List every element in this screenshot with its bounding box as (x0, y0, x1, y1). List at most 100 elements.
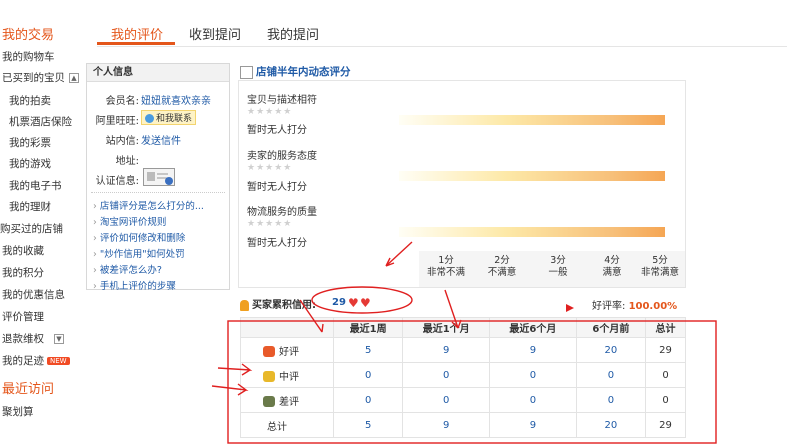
sidebar-section-title: 最近访问 (2, 382, 55, 397)
sidebar-item-ebooks[interactable]: 我的电子书 (9, 178, 62, 193)
table-cell[interactable]: 5 (332, 337, 404, 363)
auth-label: 认证信息: (95, 176, 139, 187)
table-header: 最近6个月 (489, 317, 577, 338)
sidebar-item-reviews[interactable]: 评价管理 (2, 309, 44, 324)
shop-icon (240, 65, 253, 79)
table-cell[interactable]: 0 (489, 362, 577, 388)
rating-panel: 宝贝与描述相符 ★★★★★ 暂时无人打分 卖家的服务态度 ★★★★★ 暂时无人打… (238, 80, 686, 288)
sidebar-item-finance[interactable]: 我的理财 (9, 199, 51, 214)
star-rating: ★★★★★ (247, 163, 293, 173)
help-link[interactable]: 淘宝网评价规则 (93, 214, 167, 228)
table-cell[interactable]: 0 (332, 362, 404, 388)
praise-label: 好评率: (592, 301, 626, 312)
praise-value: 100.00% (628, 301, 678, 312)
table-cell[interactable]: 5 (332, 412, 404, 438)
help-link[interactable]: 被差评怎么办? (93, 262, 162, 276)
tab-my-reviews[interactable]: 我的评价 (111, 24, 163, 43)
tab-my-questions[interactable]: 我的提问 (267, 24, 319, 43)
table-cell[interactable]: 0 (575, 362, 647, 388)
scale-score: 1分 (438, 255, 454, 266)
table-cell[interactable]: 9 (489, 412, 577, 438)
scale-score: 3分 (550, 255, 566, 266)
active-tab-indicator (97, 42, 175, 45)
scale-text: 满意 (602, 267, 622, 278)
table-cell[interactable]: 0 (402, 387, 491, 413)
rating-bar (399, 115, 665, 125)
help-link[interactable]: "炒作信用"如何处罚 (93, 246, 185, 260)
sidebar-item-cart[interactable]: 我的购物车 (2, 49, 55, 64)
sidebar-item-bought[interactable]: 已买到的宝贝 ▲ (2, 70, 79, 85)
table-cell: 29 (645, 412, 686, 438)
table-header: 最近1个月 (402, 317, 491, 338)
table-cell: 0 (645, 387, 686, 413)
wangwang-label: 阿里旺旺: (95, 116, 139, 127)
scale-5: 5分 非常满意 (633, 255, 687, 279)
sidebar-item-coupons[interactable]: 我的优惠信息 (2, 287, 65, 302)
sidebar-section-title: 我的交易 (2, 28, 55, 43)
sidebar: 我的交易 我的购物车 已买到的宝贝 ▲ 我的拍卖 机票酒店保险 我的彩票 我的游戏… (0, 0, 80, 446)
divider (91, 192, 225, 194)
scale-text: 非常满意 (640, 267, 679, 278)
table-cell[interactable]: 0 (332, 387, 404, 413)
help-link[interactable]: 店铺评分是怎么打分的... (93, 198, 204, 212)
table-cell[interactable]: 0 (489, 387, 577, 413)
rating-item-label: 卖家的服务态度 (247, 151, 317, 162)
sidebar-item-favorites[interactable]: 我的收藏 (2, 243, 44, 258)
table-cell: 0 (645, 362, 686, 388)
table-header: 6个月前 (575, 317, 647, 338)
sidebar-item-games[interactable]: 我的游戏 (9, 156, 51, 171)
table-row: 中评 0 0 0 0 0 (240, 362, 686, 388)
sidebar-item-label: 已买到的宝贝 (2, 72, 65, 84)
scale-text: 一般 (548, 267, 568, 278)
table-cell[interactable]: 0 (402, 362, 491, 388)
buyer-credit-value[interactable]: 29 (332, 297, 346, 308)
table-cell[interactable]: 9 (402, 412, 491, 438)
table-header: 最近1周 (332, 317, 404, 338)
heart-icon: ♥ (360, 296, 371, 310)
sidebar-item-refunds[interactable]: 退款维权 ▼ (2, 331, 64, 346)
sidebar-item-recent[interactable]: 聚划算 (2, 404, 34, 419)
table-cell[interactable]: 9 (489, 337, 577, 363)
wangwang-contact-button[interactable]: 和我联系 (141, 110, 197, 125)
flower-neutral-icon (263, 371, 275, 382)
member-name-link[interactable]: 妞妞就喜欢亲亲 (141, 92, 211, 107)
sidebar-item-shops[interactable]: 购买过的店铺 (0, 221, 63, 236)
new-badge: NEW (47, 357, 70, 365)
rating-item-label: 宝贝与描述相符 (247, 95, 317, 106)
wangwang-label-text: 和我联系 (156, 114, 193, 124)
send-mail-link[interactable]: 发送信件 (141, 132, 181, 147)
scale-score: 5分 (652, 255, 668, 266)
rating-status: 暂时无人打分 (247, 125, 307, 136)
praise-rate: 好评率: 100.00% (592, 297, 677, 312)
table-cell[interactable]: 9 (402, 337, 491, 363)
scale-1: 1分 非常不满 (419, 255, 473, 279)
table-cell[interactable]: 0 (575, 387, 647, 413)
buyer-icon (240, 299, 249, 311)
rating-bar (399, 171, 665, 181)
scale-score: 2分 (494, 255, 510, 266)
buyer-credit-text: 买家累积信用: (252, 300, 316, 311)
sidebar-item-auction[interactable]: 我的拍卖 (9, 93, 51, 108)
scale-score: 4分 (604, 255, 620, 266)
table-cell[interactable]: 20 (575, 412, 647, 438)
collapse-icon[interactable]: ▲ (69, 73, 79, 83)
sidebar-item-points[interactable]: 我的积分 (2, 265, 44, 280)
row-label: 总计 (240, 412, 334, 438)
table-row: 总计 5 9 9 20 29 (240, 412, 686, 438)
scale-text: 非常不满 (426, 267, 465, 278)
row-label: 中评 (240, 362, 334, 388)
sidebar-item-lottery[interactable]: 我的彩票 (9, 135, 51, 150)
scale-3: 3分 一般 (531, 255, 585, 279)
auth-id-icon[interactable] (143, 168, 175, 186)
sidebar-item-footprint[interactable]: 我的足迹 NEW (2, 353, 70, 368)
help-link[interactable]: 手机上评价的步骤 (93, 278, 176, 292)
sidebar-item-travel[interactable]: 机票酒店保险 (9, 114, 72, 129)
help-link[interactable]: 评价如何修改和删除 (93, 230, 186, 244)
annotation-marker (566, 304, 574, 312)
tab-received-questions[interactable]: 收到提问 (189, 24, 241, 43)
address-label: 地址: (115, 156, 139, 167)
flower-bad-icon (263, 396, 275, 407)
table-cell[interactable]: 20 (575, 337, 647, 363)
expand-icon[interactable]: ▼ (54, 334, 64, 344)
review-stats-table: 最近1周 最近1个月 最近6个月 6个月前 总计 好评 5 9 9 20 29 … (240, 317, 686, 438)
